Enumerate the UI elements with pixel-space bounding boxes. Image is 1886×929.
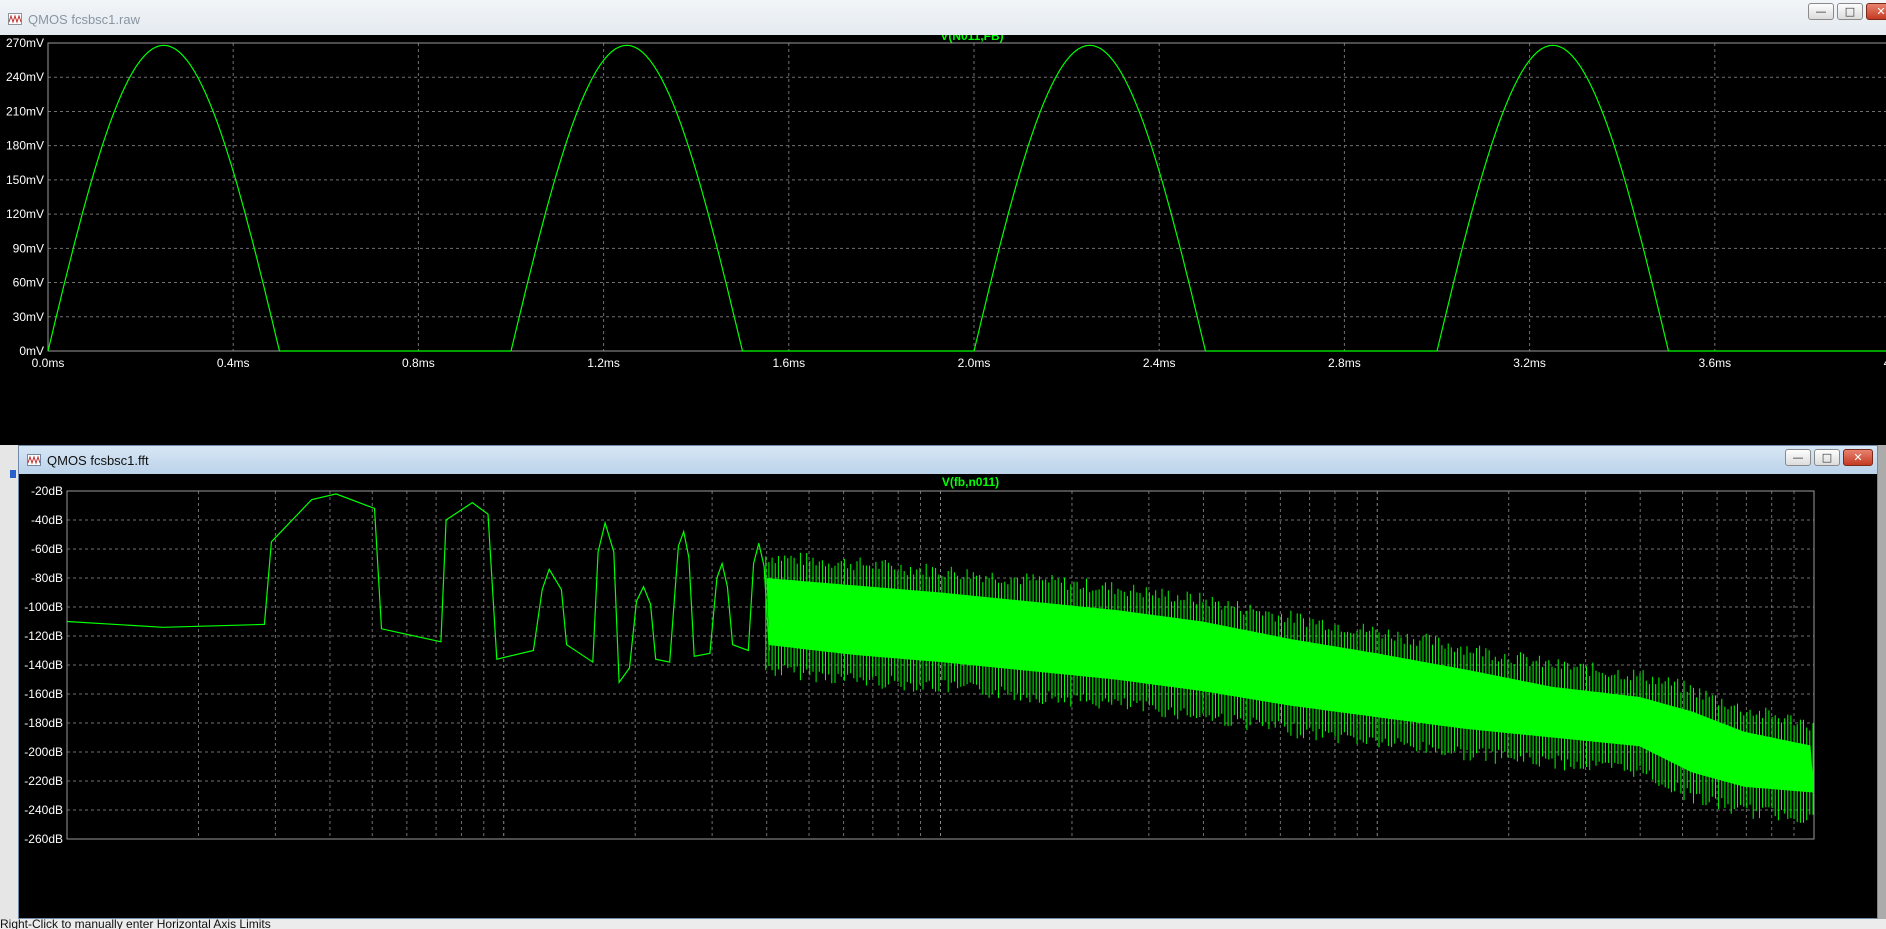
y-tick-label: -60dB (31, 542, 63, 556)
close-icon[interactable]: ✕ (1843, 449, 1873, 466)
y-tick-label: -40dB (31, 513, 63, 527)
y-tick-label: -100dB (24, 600, 63, 614)
waveform-app-icon (8, 13, 22, 25)
close-icon[interactable]: ✕ (1866, 3, 1886, 20)
x-tick-label: 2.8ms (1328, 356, 1361, 370)
raw-waveform-window: QMOS fcsbsc1.raw — □ ✕ 0.0ms 0.4ms 0.8ms 1.… (0, 0, 1886, 445)
y-tick-label: 150mV (6, 173, 44, 187)
maximize-icon[interactable]: □ (1814, 449, 1840, 466)
raw-window-controls: — □ ✕ (1808, 3, 1886, 20)
raw-window-titlebar[interactable]: QMOS fcsbsc1.raw — □ ✕ (0, 0, 1886, 38)
y-tick-label: -80dB (31, 571, 63, 585)
y-tick-label: 180mV (6, 139, 44, 153)
y-tick-label: 0mV (19, 344, 44, 358)
minimize-icon[interactable]: — (1808, 3, 1834, 20)
arrow-marker-icon (10, 470, 16, 478)
y-tick-label: 90mV (13, 241, 44, 255)
fft-window-controls: — □ ✕ (1785, 449, 1873, 466)
y-tick-label: 270mV (6, 36, 44, 50)
x-tick-label: 2.0ms (958, 356, 991, 370)
plot-background (0, 35, 1886, 445)
y-tick-label: -120dB (24, 629, 63, 643)
x-tick-label: 3.6ms (1698, 356, 1731, 370)
fft-window-titlebar[interactable]: QMOS fcsbsc1.fft — □ ✕ (19, 446, 1877, 474)
y-tick-label: 240mV (6, 70, 44, 84)
y-tick-label: -220dB (24, 774, 63, 788)
x-tick-label: 1.6ms (772, 356, 805, 370)
x-tick-label: 3.2ms (1513, 356, 1546, 370)
y-tick-label: 60mV (13, 276, 44, 290)
x-tick-label: 0.0ms (32, 356, 65, 370)
y-tick-label: -180dB (24, 716, 63, 730)
maximize-icon[interactable]: □ (1837, 3, 1863, 20)
background-window-edge (0, 445, 18, 919)
status-text: Right-Click to manually enter Horizontal… (0, 919, 271, 929)
voltage-time-chart[interactable]: 0.0ms 0.4ms 0.8ms 1.2ms 1.6ms 2.0ms 2.4ms 2.8ms… (0, 35, 1886, 445)
y-tick-label: -200dB (24, 745, 63, 759)
x-tick-label: 2.4ms (1143, 356, 1176, 370)
y-tick-label: 30mV (13, 310, 44, 324)
fft-window: QMOS fcsbsc1.fft — □ ✕ -20dB -40dB -60dB -8… (18, 445, 1878, 919)
x-tick-label: 0.8ms (402, 356, 435, 370)
y-tick-label: 120mV (6, 207, 44, 221)
y-tick-label: -20dB (31, 484, 63, 498)
chart-title: V(fb,n011) (942, 475, 999, 489)
x-tick-label: 0.4ms (217, 356, 250, 370)
y-tick-label: 210mV (6, 104, 44, 118)
y-tick-label: -240dB (24, 803, 63, 817)
minimize-icon[interactable]: — (1785, 449, 1811, 466)
y-tick-label: -160dB (24, 687, 63, 701)
chart-title: V(N011,FB) (940, 35, 1003, 43)
raw-window-title: QMOS fcsbsc1.raw (28, 11, 140, 27)
waveform-app-icon (27, 454, 41, 466)
y-tick-label: -140dB (24, 658, 63, 672)
status-bar: Right-Click to manually enter Horizontal… (0, 919, 1886, 929)
fft-spectrum-chart[interactable]: -20dB -40dB -60dB -80dB -100dB -120dB -140dB -1… (19, 474, 1877, 918)
fft-window-title: QMOS fcsbsc1.fft (47, 452, 149, 468)
x-tick-label: 1.2ms (587, 356, 620, 370)
y-tick-label: -260dB (24, 832, 63, 846)
